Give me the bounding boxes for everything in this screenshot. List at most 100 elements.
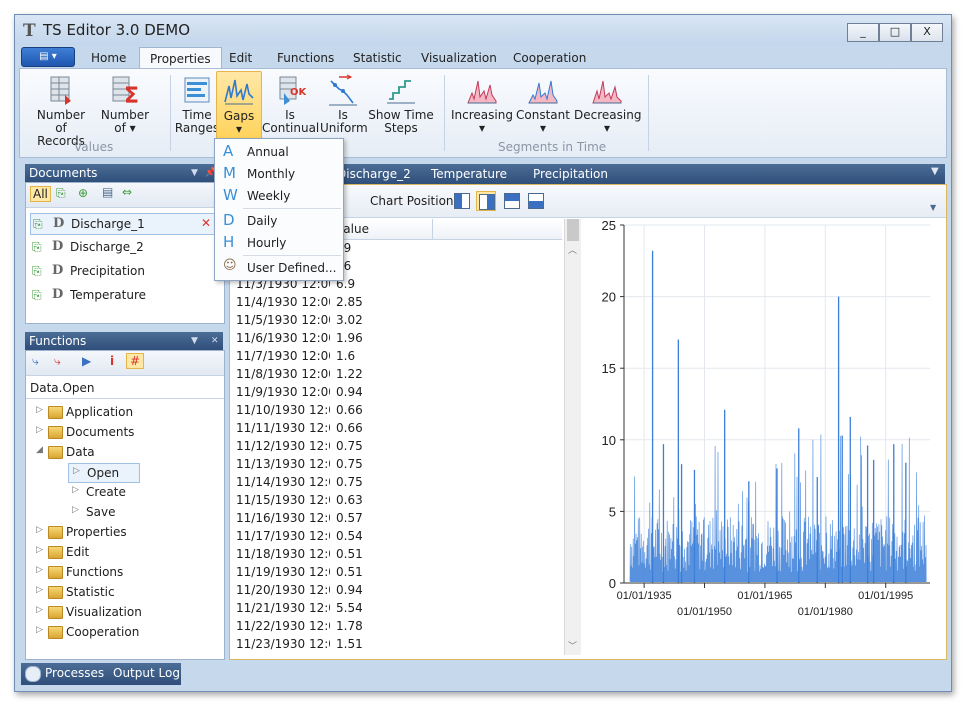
- table-row[interactable]: 11/15/1930 12:00: 0.63: [232, 491, 562, 509]
- time-ranges-button[interactable]: Time Ranges: [172, 73, 222, 135]
- add-function-icon[interactable]: ⤷: [32, 354, 39, 369]
- swap-icon[interactable]: ⇔: [122, 185, 132, 199]
- table-row[interactable]: 11/20/1930 12:00: 0.94: [232, 581, 562, 599]
- table-row[interactable]: 11/9/1930 12:00:0 0.94: [232, 383, 562, 401]
- tree-item-properties[interactable]: ▷ Properties: [36, 523, 216, 541]
- processes-tab[interactable]: Processes: [45, 666, 104, 680]
- tab-home[interactable]: Home: [81, 47, 136, 69]
- scrollbar-thumb[interactable]: [567, 219, 579, 241]
- list-item[interactable]: ⎘ D Discharge_2: [30, 237, 216, 257]
- list-icon[interactable]: ▤: [102, 185, 113, 199]
- table-row[interactable]: 11/19/1930 12:00: 0.51: [232, 563, 562, 581]
- expand-icon: ▷: [36, 405, 43, 415]
- toolbar-overflow-icon[interactable]: ▼: [930, 203, 936, 212]
- table-row[interactable]: 11/7/1930 12:00:0 1.6: [232, 347, 562, 365]
- chart-top-icon[interactable]: [504, 193, 520, 209]
- tree-item-visualization[interactable]: ▷ Visualization: [36, 603, 216, 621]
- table-row[interactable]: 11/10/1930 12:00: 0.66: [232, 401, 562, 419]
- documents-pane: All ⎘ ⊕ ▤ ⇔ ⎘ D Discharge_1 ✕ ⎘ D Discharge_…: [25, 182, 225, 324]
- chart-bottom-icon[interactable]: [528, 193, 544, 209]
- remove-function-icon[interactable]: ⤷: [54, 354, 61, 369]
- ribbon-separator: [444, 75, 445, 151]
- chart-right-button[interactable]: [476, 191, 496, 211]
- tree-item-cooperation[interactable]: ▷ Cooperation: [36, 623, 216, 641]
- is-uniform-button[interactable]: Is Uniform: [320, 73, 368, 135]
- pane-menu-icon[interactable]: ▼: [191, 164, 198, 182]
- tab-discharge-2[interactable]: Discharge_2: [337, 167, 411, 181]
- tree-item-edit[interactable]: ▷ Edit: [36, 543, 216, 561]
- tree-item-documents[interactable]: ▷ Documents: [36, 423, 216, 441]
- list-item[interactable]: ⎘ D Temperature: [30, 285, 216, 305]
- menu-item-annual[interactable]: A Annual: [215, 141, 343, 163]
- tab-functions[interactable]: Functions: [267, 47, 344, 69]
- open-document-icon[interactable]: ⎘: [56, 186, 66, 201]
- close-button[interactable]: X: [911, 23, 943, 42]
- new-document-icon[interactable]: ⊕: [78, 186, 88, 200]
- show-time-steps-button[interactable]: Show Time Steps: [366, 73, 436, 135]
- tab-temperature[interactable]: Temperature: [431, 167, 507, 181]
- menu-item-user-defined[interactable]: ☺ User Defined...: [215, 257, 343, 279]
- y-tick-label: 15: [602, 361, 616, 376]
- table-row[interactable]: 11/11/1930 12:00: 0.66: [232, 419, 562, 437]
- maximize-button[interactable]: □: [879, 23, 911, 42]
- date-cell: 11/15/1930 12:00:: [236, 493, 330, 507]
- table-row[interactable]: 11/8/1930 12:00:0 1.22: [232, 365, 562, 383]
- table-row[interactable]: 11/21/1930 12:00: 5.54: [232, 599, 562, 617]
- all-button[interactable]: All: [30, 186, 51, 202]
- gaps-button[interactable]: Gaps ▾: [216, 71, 262, 139]
- remove-icon[interactable]: ✕: [201, 216, 211, 230]
- date-cell: 11/10/1930 12:00:: [236, 403, 330, 417]
- table-row[interactable]: 11/16/1930 12:00: 0.57: [232, 509, 562, 527]
- tab-statistic[interactable]: Statistic: [343, 47, 412, 69]
- tree-item-functions[interactable]: ▷ Functions: [36, 563, 216, 581]
- tab-visualization[interactable]: Visualization: [411, 47, 507, 69]
- tree-item-create[interactable]: ▷ Create: [72, 483, 172, 501]
- table-row[interactable]: 11/17/1930 12:00: 0.54: [232, 527, 562, 545]
- chart-left-icon[interactable]: [454, 193, 470, 209]
- number-of-button[interactable]: Σ Number of ▾: [98, 73, 152, 135]
- output-log-tab[interactable]: Output Log: [113, 666, 180, 680]
- info-icon[interactable]: i: [110, 354, 114, 368]
- list-item[interactable]: ⎘ D Discharge_1 ✕: [30, 213, 218, 235]
- menu-item-weekly[interactable]: W Weekly: [215, 185, 343, 207]
- list-item[interactable]: ⎘ D Precipitation: [30, 261, 216, 281]
- value-cell: 0.51: [336, 565, 363, 579]
- vertical-scrollbar[interactable]: ︿ ﹀: [564, 219, 581, 655]
- menu-separator: [243, 255, 341, 256]
- number-of-records-button[interactable]: Number of Records: [28, 73, 94, 148]
- menu-item-daily[interactable]: D Daily: [215, 210, 343, 232]
- tab-edit[interactable]: Edit: [219, 47, 262, 69]
- tree-item-open[interactable]: ▷ Open: [68, 463, 140, 483]
- tree-item-save[interactable]: ▷ Save: [72, 503, 172, 521]
- tree-item-statistic[interactable]: ▷ Statistic: [36, 583, 216, 601]
- hash-icon[interactable]: #: [126, 353, 145, 369]
- table-row[interactable]: 11/18/1930 12:00: 0.51: [232, 545, 562, 563]
- table-row[interactable]: 11/6/1930 12:00:0 1.96: [232, 329, 562, 347]
- tab-precipitation[interactable]: Precipitation: [533, 167, 608, 181]
- tab-properties[interactable]: Properties: [139, 47, 222, 70]
- menu-item-hourly[interactable]: H Hourly: [215, 232, 343, 254]
- tab-list-icon[interactable]: ▼: [931, 166, 939, 177]
- table-row[interactable]: 11/5/1930 12:00:0 3.02: [232, 311, 562, 329]
- decreasing-button[interactable]: Decreasing ▾: [574, 73, 641, 135]
- pane-close-icon[interactable]: ✕: [211, 332, 219, 350]
- table-row[interactable]: 11/13/1930 12:00: 0.75: [232, 455, 562, 473]
- menu-item-monthly[interactable]: M Monthly: [215, 163, 343, 185]
- tab-cooperation[interactable]: Cooperation: [503, 47, 596, 69]
- increasing-button[interactable]: Increasing ▾: [450, 73, 514, 135]
- table-row[interactable]: 11/23/1930 12:00: 1.51: [232, 635, 562, 653]
- run-icon[interactable]: ▶: [82, 354, 91, 368]
- table-row[interactable]: 11/22/1930 12:00: 1.78: [232, 617, 562, 635]
- is-continual-button[interactable]: OK Is Continual: [262, 73, 319, 135]
- table-row[interactable]: 11/12/1930 12:00: 0.75: [232, 437, 562, 455]
- constant-button[interactable]: Constant ▾: [516, 73, 570, 135]
- tree-item-data[interactable]: ◢ Data: [36, 443, 216, 461]
- minimize-button[interactable]: _: [847, 23, 879, 42]
- pane-menu-icon[interactable]: ▼: [191, 332, 198, 350]
- tree-item-application[interactable]: ▷ Application: [36, 403, 216, 421]
- table-row[interactable]: 11/14/1930 12:00: 0.75: [232, 473, 562, 491]
- application-menu-button[interactable]: ▤ ▾: [21, 47, 75, 67]
- scroll-down-icon[interactable]: ﹀: [568, 639, 577, 652]
- table-row[interactable]: 11/4/1930 12:00:0 2.85: [232, 293, 562, 311]
- scroll-up-icon[interactable]: ︿: [568, 243, 577, 256]
